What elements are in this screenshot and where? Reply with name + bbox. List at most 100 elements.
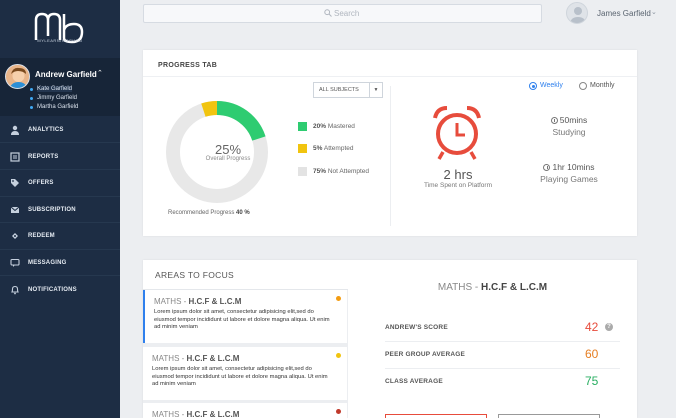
legend-pct: 5% [313,145,323,152]
progress-card: PROGRESS TAB 25% Overall Progress Recomm… [143,50,637,236]
logo-text: MYLEARNINGGURU [37,38,83,43]
list-item[interactable]: MATHS - H.C.F & L.C.M Lorem ipsum dolor … [143,290,347,343]
sidebar-item-label: REDEEM [28,233,55,239]
games-time: 1hr 10mins [524,162,614,172]
divider [0,222,120,223]
games-time-value: 1hr 10mins [552,162,595,172]
sidebar-item-subscription[interactable]: SUBSCRIPTION [0,200,120,222]
list-item-topic: H.C.F & L.C.M [188,297,242,306]
recommended-value: 40 % [236,210,250,216]
sidebar: MYLEARNINGGURU Andrew Garfield ⌃ Kate Ga… [0,0,120,418]
list-item-title: MATHS - H.C.F & L.C.M [152,354,239,363]
subjects-select-value: ALL SUBJECTS [319,87,359,93]
subscription-icon [10,205,20,215]
list-item-subject: MATHS - [154,297,187,306]
action-button-secondary[interactable] [498,414,600,418]
legend-swatch-attempted [298,144,307,153]
list-item-title: MATHS - H.C.F & L.C.M [154,297,241,306]
divider [390,86,391,226]
divider [0,275,120,276]
studying-time-value: 50mins [559,115,588,125]
recommended-progress: Recommended Progress 40 % [168,210,250,216]
score-label: PEER GROUP AVERAGE [385,351,466,358]
subjects-select[interactable]: ALL SUBJECTS ▼ [313,82,383,98]
action-button-primary[interactable] [385,414,487,418]
tag-icon [10,178,20,188]
legend-pct: 20% [313,123,327,130]
search-icon [324,9,332,17]
legend-swatch-not-attempted [298,167,307,176]
chevron-down-icon[interactable]: ▼ [369,83,382,97]
chat-icon [10,258,20,268]
list-item-title: MATHS - H.C.F & L.C.M [152,410,239,418]
alarm-clock-icon [433,106,481,160]
ticket-icon [10,231,20,241]
clock-icon [543,164,551,171]
score-row: ANDREW'S SCORE 42 ? [385,315,620,342]
score-row: CLASS AVERAGE 75 [385,369,620,396]
list-item-desc: Lorem ipsum dolor sit amet, consectetur … [152,366,328,388]
sidebar-item-reports[interactable]: REPORTS [0,147,120,169]
sidebar-item-label: SUBSCRIPTION [28,207,76,213]
divider [143,76,637,77]
focus-title: AREAS TO FOCUS [143,260,348,290]
time-spent-value: 2 hrs [443,167,473,182]
list-item[interactable]: MATHS - H.C.F & L.C.M [143,403,347,418]
sidebar-item-redeem[interactable]: REDEEM [0,226,120,248]
clock-icon [550,117,558,124]
weekly-label[interactable]: Weekly [540,82,563,89]
legend-mastered: 20% Mastered [313,123,355,130]
list-item[interactable]: MATHS - H.C.F & L.C.M Lorem ipsum dolor … [143,347,347,400]
list-item-desc: Lorem ipsum dolor sit amet, consectetur … [154,309,330,331]
score-value: 42 [585,320,599,334]
user-name[interactable]: James Garfield [597,9,651,18]
child-item[interactable]: Jimmy Garfield [29,95,77,101]
search-input[interactable]: Search [143,4,542,23]
chevron-up-icon[interactable]: ⌃ [97,69,103,77]
list-item-topic: H.C.F & L.C.M [186,410,240,418]
topbar: Search James Garfield ⌄ [120,0,676,28]
games-label: Playing Games [540,174,598,184]
help-icon[interactable]: ? [605,323,613,331]
legend-label: Not Attempted [327,168,370,175]
monthly-label[interactable]: Monthly [590,82,615,89]
profile-panel: Andrew Garfield ⌃ Kate Garfield Jimmy Ga… [0,58,120,116]
profile-name[interactable]: Andrew Garfield [35,70,97,79]
studying-label: Studying [552,127,586,137]
recommended-label: Recommended Progress [168,210,235,216]
avatar[interactable] [5,64,30,89]
user-avatar[interactable] [566,2,588,24]
score-row: PEER GROUP AVERAGE 60 [385,342,620,369]
bell-icon [10,285,20,295]
detail-subject: MATHS - [437,282,479,293]
status-dot [336,353,341,358]
score-label: ANDREW'S SCORE [385,324,448,331]
detail-topic: H.C.F & L.C.M [481,282,548,293]
child-item[interactable]: Martha Garfield [29,104,78,110]
overall-label: Overall Progress [205,156,251,162]
legend-label: Attempted [323,145,354,152]
reports-icon [10,152,20,162]
sidebar-item-label: ANALYTICS [28,127,64,133]
legend-not-attempted: 75% Not Attempted [313,168,369,175]
child-item[interactable]: Kate Garfield [29,86,73,92]
overall-percent: 25% [214,142,242,157]
divider [0,249,120,250]
sidebar-item-offers[interactable]: OFFERS [0,173,120,195]
monthly-radio[interactable] [579,82,587,90]
sidebar-item-label: OFFERS [28,180,54,186]
legend-label: Mastered [327,123,355,130]
user-icon [10,125,20,135]
sidebar-item-label: REPORTS [28,154,59,160]
weekly-radio[interactable] [529,82,537,90]
sidebar-item-analytics[interactable]: ANALYTICS [0,120,120,142]
score-value: 75 [585,374,599,388]
divider [0,169,120,170]
search-placeholder: Search [324,9,359,18]
status-dot [336,296,341,301]
sidebar-item-notifications[interactable]: NOTIFICATIONS [0,280,120,302]
sidebar-item-messaging[interactable]: MESSAGING [0,253,120,275]
focus-title-text: AREAS TO FOCUS [155,270,234,280]
chevron-down-icon[interactable]: ⌄ [651,8,657,16]
sidebar-item-label: NOTIFICATIONS [28,287,77,293]
